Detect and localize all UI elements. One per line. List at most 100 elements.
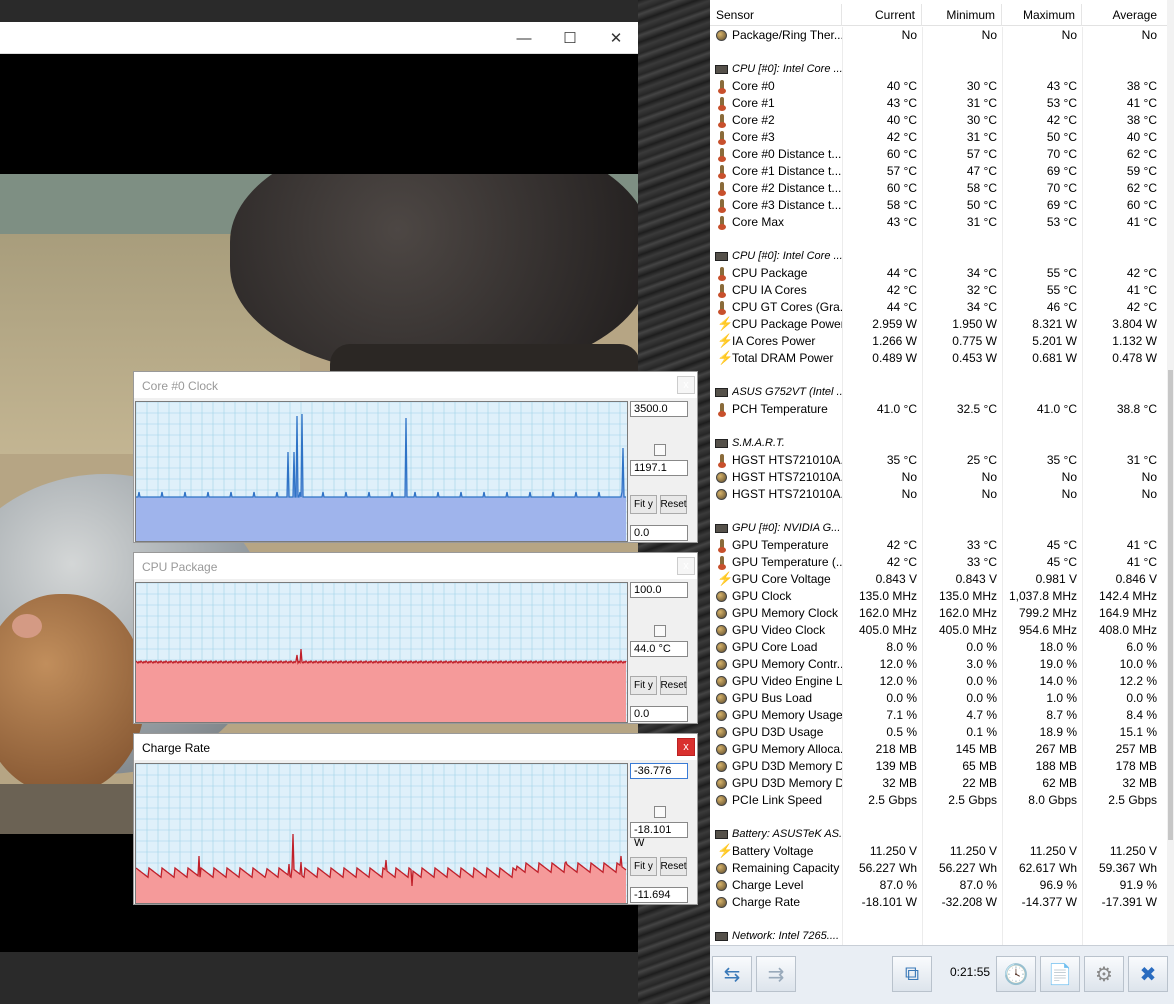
graph-max-value[interactable]: -36.776 [630, 763, 688, 779]
sensor-row[interactable]: PCIe Link Speed 2.5 Gbps 2.5 Gbps 8.0 Gbps 2… [710, 792, 1167, 809]
network-layout-icon[interactable]: ⧉ [892, 956, 932, 992]
lightning-icon: ⚡ [717, 333, 734, 348]
sensor-group-header[interactable]: GPU [#0]: NVIDIA G... [710, 520, 1167, 537]
sensor-row[interactable]: HGST HTS721010A... No No No No [710, 486, 1167, 503]
column-average[interactable]: Average [1082, 4, 1167, 26]
chip-icon [715, 932, 728, 941]
graph-autoscale-checkbox[interactable] [654, 625, 666, 637]
elapsed-timer: 0:21:55 [950, 965, 991, 979]
sensor-average: 38.8 °C [1116, 402, 1157, 416]
chip-icon [715, 524, 728, 533]
reset-button[interactable]: Reset [660, 495, 687, 514]
graph-min-value[interactable]: -11.694 [630, 887, 688, 903]
reset-button[interactable]: Reset [660, 857, 687, 876]
sensor-maximum: 53 °C [1046, 96, 1077, 110]
graph-title[interactable]: Core #0 Clock [134, 372, 697, 398]
fit-y-button[interactable]: Fit y [630, 495, 657, 514]
sensor-row[interactable]: Core #3 42 °C 31 °C 50 °C 40 °C [710, 129, 1167, 146]
sensor-group-header[interactable]: CPU [#0]: Intel Core ... [710, 248, 1167, 265]
report-add-icon[interactable]: 📄 [1040, 956, 1080, 992]
graph-title[interactable]: CPU Package [134, 553, 697, 579]
sensor-row[interactable]: CPU Package 44 °C 34 °C 55 °C 42 °C [710, 265, 1167, 282]
fit-y-button[interactable]: Fit y [630, 676, 657, 695]
graph-min-value[interactable]: 0.0 [630, 525, 688, 541]
sensor-row[interactable]: PCH Temperature 41.0 °C 32.5 °C 41.0 °C 38.8… [710, 401, 1167, 418]
sensor-minimum: 0.0 % [966, 691, 997, 705]
sensor-row[interactable]: HGST HTS721010A... 35 °C 25 °C 35 °C 31 °C [710, 452, 1167, 469]
sensor-group-header[interactable]: Battery: ASUSTeK AS... [710, 826, 1167, 843]
sensor-row[interactable]: ⚡ Battery Voltage 11.250 V 11.250 V 11.250 V… [710, 843, 1167, 860]
graph-title[interactable]: Charge Rate [134, 734, 697, 760]
graph-autoscale-checkbox[interactable] [654, 444, 666, 456]
sensor-row[interactable]: Core #0 Distance t... 60 °C 57 °C 70 °C 62 °… [710, 146, 1167, 163]
collapse-arrows-icon[interactable]: ⇉ [756, 956, 796, 992]
sensor-row[interactable]: Charge Rate -18.101 W -32.208 W -14.377 W -1… [710, 894, 1167, 911]
close-button[interactable]: ✕ [594, 26, 638, 50]
sensor-row[interactable]: Package/Ring Ther... No No No No [710, 27, 1167, 44]
graph-plot-area [135, 582, 628, 723]
sensor-group-header[interactable]: ASUS G752VT (Intel ... [710, 384, 1167, 401]
sensor-row[interactable]: Core #1 Distance t... 57 °C 47 °C 69 °C 59 °… [710, 163, 1167, 180]
sensor-minimum: 33 °C [966, 538, 997, 552]
sensor-row[interactable]: Core Max 43 °C 31 °C 53 °C 41 °C [710, 214, 1167, 231]
sensor-row[interactable]: GPU Memory Usage 7.1 % 4.7 % 8.7 % 8.4 % [710, 707, 1167, 724]
lightning-icon: ⚡ [717, 316, 734, 331]
sensor-row[interactable]: GPU D3D Memory D... 139 MB 65 MB 188 MB 178 … [710, 758, 1167, 775]
sensor-row[interactable]: GPU Bus Load 0.0 % 0.0 % 1.0 % 0.0 % [710, 690, 1167, 707]
sensor-row[interactable]: GPU D3D Memory D... 32 MB 22 MB 62 MB 32 MB [710, 775, 1167, 792]
clock-icon[interactable]: 🕓 [996, 956, 1036, 992]
sensor-dot-icon [716, 710, 727, 721]
sensor-row[interactable]: Core #2 40 °C 30 °C 42 °C 38 °C [710, 112, 1167, 129]
sensor-row[interactable]: Core #3 Distance t... 58 °C 50 °C 69 °C 60 °… [710, 197, 1167, 214]
sensor-maximum: 69 °C [1046, 198, 1077, 212]
sensor-row[interactable]: GPU Video Clock 405.0 MHz 405.0 MHz 954.6 M… [710, 622, 1167, 639]
sensor-group-header[interactable]: CPU [#0]: Intel Core ... [710, 61, 1167, 78]
sensor-row[interactable]: CPU IA Cores 42 °C 32 °C 55 °C 41 °C [710, 282, 1167, 299]
sensor-row[interactable]: ⚡ CPU Package Power 2.959 W 1.950 W 8.321 W 3… [710, 316, 1167, 333]
sensor-row[interactable]: ⚡ IA Cores Power 1.266 W 0.775 W 5.201 W 1.13… [710, 333, 1167, 350]
graph-autoscale-checkbox[interactable] [654, 806, 666, 818]
graph-max-value[interactable]: 100.0 [630, 582, 688, 598]
sensor-row[interactable]: Core #0 40 °C 30 °C 43 °C 38 °C [710, 78, 1167, 95]
sensor-row[interactable]: GPU Video Engine L... 12.0 % 0.0 % 14.0 % 12… [710, 673, 1167, 690]
graph-close-icon[interactable]: x [677, 738, 695, 756]
sensor-row[interactable]: GPU Memory Clock 162.0 MHz 162.0 MHz 799.2 … [710, 605, 1167, 622]
sensor-maximum: 69 °C [1046, 164, 1077, 178]
sensor-group-header[interactable]: Network: Intel 7265.... [710, 928, 1167, 945]
sensor-row[interactable]: CPU GT Cores (Gra... 44 °C 34 °C 46 °C 42 °C [710, 299, 1167, 316]
sensor-row[interactable]: ⚡ GPU Core Voltage 0.843 V 0.843 V 0.981 V 0.… [710, 571, 1167, 588]
settings-gear-icon[interactable]: ⚙ [1084, 956, 1124, 992]
expand-arrows-icon[interactable]: ⇆ [712, 956, 752, 992]
vertical-scrollbar[interactable] [1167, 0, 1174, 945]
column-maximum[interactable]: Maximum [1002, 4, 1082, 26]
sensor-row[interactable]: GPU Memory Contr... 12.0 % 3.0 % 19.0 % 10.0… [710, 656, 1167, 673]
sensor-row[interactable]: Charge Level 87.0 % 87.0 % 96.9 % 91.9 % [710, 877, 1167, 894]
minimize-button[interactable]: — [502, 26, 546, 50]
sensor-row[interactable]: Core #1 43 °C 31 °C 53 °C 41 °C [710, 95, 1167, 112]
scrollbar-thumb[interactable] [1168, 370, 1173, 840]
sensor-group-header[interactable]: S.M.A.R.T. [710, 435, 1167, 452]
column-sensor[interactable]: Sensor [710, 4, 842, 26]
maximize-button[interactable]: ☐ [548, 26, 592, 50]
graph-current-value: 44.0 °C [630, 641, 688, 657]
reset-button[interactable]: Reset [660, 676, 687, 695]
sensor-average: -17.391 W [1101, 895, 1157, 909]
exit-icon[interactable]: ✖ [1128, 956, 1168, 992]
graph-min-value[interactable]: 0.0 [630, 706, 688, 722]
sensor-row[interactable]: Remaining Capacity 56.227 Wh 56.227 Wh 62.6… [710, 860, 1167, 877]
fit-y-button[interactable]: Fit y [630, 857, 657, 876]
sensor-row[interactable]: GPU Memory Alloca... 218 MB 145 MB 267 MB 25… [710, 741, 1167, 758]
sensor-row[interactable]: HGST HTS721010A... No No No No [710, 469, 1167, 486]
sensor-row[interactable]: GPU Temperature (... 42 °C 33 °C 45 °C 41 °C [710, 554, 1167, 571]
sensor-row[interactable]: ⚡ Total DRAM Power 0.489 W 0.453 W 0.681 W 0.… [710, 350, 1167, 367]
sensor-row[interactable]: GPU D3D Usage 0.5 % 0.1 % 18.9 % 15.1 % [710, 724, 1167, 741]
column-minimum[interactable]: Minimum [922, 4, 1002, 26]
sensor-row[interactable]: GPU Temperature 42 °C 33 °C 45 °C 41 °C [710, 537, 1167, 554]
graph-close-icon[interactable]: x [677, 557, 695, 575]
graph-max-value[interactable]: 3500.0 [630, 401, 688, 417]
sensor-row[interactable]: GPU Core Load 8.0 % 0.0 % 18.0 % 6.0 % [710, 639, 1167, 656]
sensor-row[interactable]: GPU Clock 135.0 MHz 135.0 MHz 1,037.8 MHz 14… [710, 588, 1167, 605]
graph-close-icon[interactable]: x [677, 376, 695, 394]
column-current[interactable]: Current [842, 4, 922, 26]
sensor-row[interactable]: Core #2 Distance t... 60 °C 58 °C 70 °C 62 °… [710, 180, 1167, 197]
